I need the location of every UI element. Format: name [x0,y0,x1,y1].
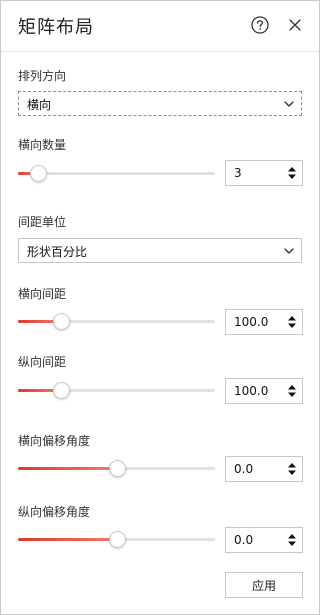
triangle-down-icon[interactable] [287,541,297,547]
slider-fill [18,467,117,470]
triangle-down-icon[interactable] [287,392,297,398]
spacing-unit-select[interactable]: 形状百分比 [18,238,302,263]
spacing-unit-label: 间距单位 [18,215,67,229]
vertical-spacing-input[interactable] [234,379,282,403]
slider-track [18,172,215,175]
triangle-up-icon[interactable] [287,384,297,390]
triangle-up-icon[interactable] [287,166,297,172]
triangle-up-icon[interactable] [287,462,297,468]
horizontal-offset-angle-stepper[interactable] [225,456,303,482]
vertical-offset-angle-stepper[interactable] [225,527,303,553]
horizontal-spacing-label: 横向间距 [18,287,67,301]
vertical-spacing-stepper[interactable] [225,378,303,404]
arrangement-select[interactable]: 横向 [18,91,302,116]
horizontal-offset-angle-input[interactable] [234,457,282,481]
help-circle-icon[interactable] [251,16,269,34]
arrangement-label: 排列方向 [18,69,67,83]
triangle-down-icon[interactable] [287,470,297,476]
close-icon[interactable] [287,17,303,33]
horizontal-offset-angle-label: 横向偏移角度 [18,434,91,448]
triangle-down-icon[interactable] [287,323,297,329]
horizontal-count-stepper[interactable] [225,160,303,186]
horizontal-offset-angle-slider[interactable] [18,458,215,478]
chevron-down-icon [284,101,294,107]
chevron-down-icon [284,248,294,254]
vertical-offset-angle-slider[interactable] [18,529,215,549]
horizontal-count-input[interactable] [234,161,282,185]
spacing-unit-value: 形状百分比 [27,245,88,259]
horizontal-count-label: 横向数量 [18,138,67,152]
slider-thumb[interactable] [29,165,47,182]
triangle-up-icon[interactable] [287,315,297,321]
slider-thumb[interactable] [53,313,71,330]
horizontal-count-slider[interactable] [18,163,215,183]
vertical-spacing-slider[interactable] [18,380,215,400]
horizontal-spacing-slider[interactable] [18,311,215,331]
slider-thumb[interactable] [108,531,126,548]
slider-thumb[interactable] [108,460,126,477]
panel-header: 矩阵布局 [1,1,319,52]
matrix-layout-panel: 矩阵布局 排列方向 横向 横向数量 间距单位 形状百分比 [0,0,320,615]
triangle-down-icon[interactable] [287,174,297,180]
slider-fill [18,538,117,541]
panel-title: 矩阵布局 [18,17,94,38]
apply-button[interactable]: 应用 [225,572,303,598]
horizontal-spacing-input[interactable] [234,310,282,334]
slider-thumb[interactable] [53,382,71,399]
horizontal-spacing-stepper[interactable] [225,309,303,335]
triangle-up-icon[interactable] [287,533,297,539]
vertical-offset-angle-input[interactable] [234,528,282,552]
arrangement-value: 横向 [27,98,52,112]
vertical-offset-angle-label: 纵向偏移角度 [18,505,91,519]
vertical-spacing-label: 纵向间距 [18,355,67,369]
